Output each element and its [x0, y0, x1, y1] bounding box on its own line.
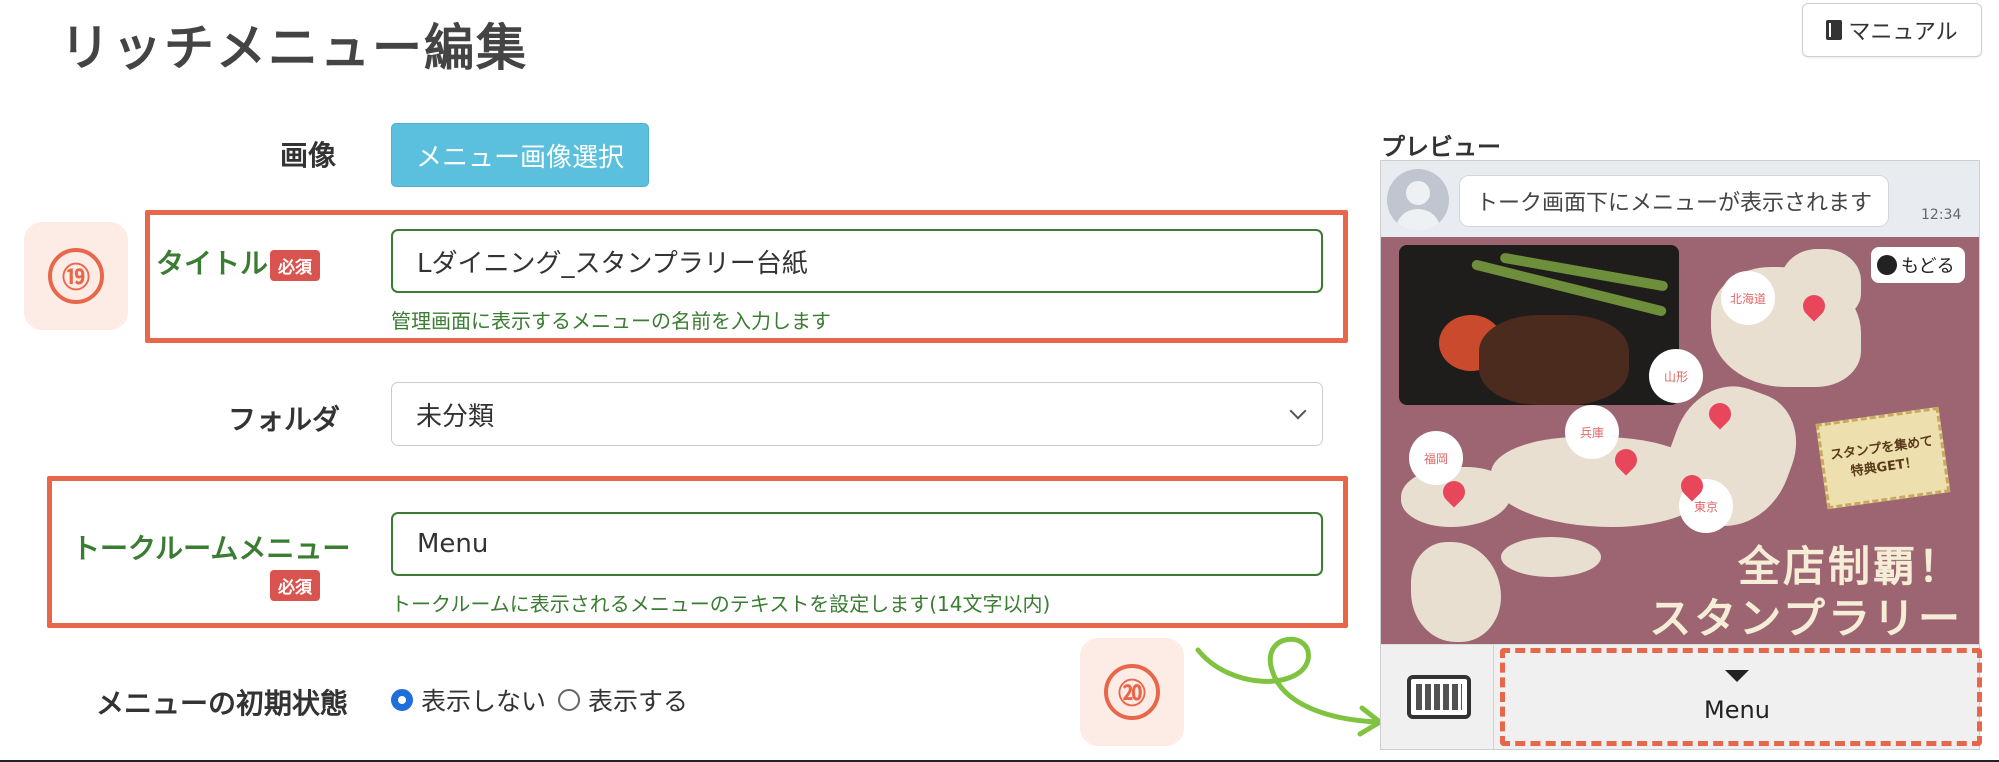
map-kyushu — [1411, 542, 1501, 642]
step-badge-19: ⑲ — [24, 222, 128, 330]
radio-show[interactable] — [558, 689, 581, 711]
title-label: タイトル — [156, 247, 269, 280]
chevron-down-icon — [1289, 402, 1307, 420]
radio-show-label: 表示する — [588, 687, 689, 716]
chat-area: トーク画面下にメニューが表示されます 12:34 — [1381, 161, 1979, 237]
talkroom-menu-label: トークルームメニュー — [72, 532, 351, 565]
back-arrow-icon — [1877, 255, 1897, 275]
required-badge: 必須 — [270, 250, 320, 281]
step-badge-20: ⑳ — [1080, 638, 1184, 746]
chat-time: 12:34 — [1921, 207, 1962, 223]
initial-state-radio-group: 表示しない 表示する — [391, 682, 700, 718]
page-title: リッチメニュー編集 — [60, 19, 528, 77]
image-label: 画像 — [279, 139, 336, 172]
preview-title: プレビュー — [1381, 133, 1501, 161]
headline-line2: スタンプラリー — [1649, 594, 1963, 643]
menu-divider — [1493, 645, 1494, 749]
manual-button-label: マニュアル — [1848, 20, 1958, 45]
book-icon — [1826, 20, 1843, 40]
radio-hide-label: 表示しない — [421, 687, 547, 716]
manual-button[interactable]: マニュアル — [1802, 3, 1982, 57]
radio-option-show[interactable]: 表示する — [558, 682, 688, 718]
green-arrow-icon — [1195, 636, 1383, 737]
steak-photo — [1399, 245, 1679, 405]
pref-fukuoka: 福岡 — [1409, 431, 1463, 485]
rich-menu-image[interactable]: もどる 北海道 山形 兵庫 福岡 東京 スタンプを集めて 特典GET！ 全店制覇… — [1381, 237, 1979, 644]
select-menu-image-button[interactable]: メニュー画像選択 — [391, 123, 649, 187]
radio-hide[interactable] — [391, 689, 413, 711]
chat-bubble: トーク画面下にメニューが表示されます — [1459, 175, 1890, 227]
back-button-label: もどる — [1901, 256, 1955, 277]
folder-label: フォルダ — [228, 403, 341, 436]
stamp-card: スタンプを集めて 特典GET！ — [1815, 406, 1951, 510]
step-number-20: ⑳ — [1104, 664, 1160, 720]
pref-yamagata: 山形 — [1649, 349, 1703, 403]
avatar — [1387, 169, 1449, 231]
step-number-19: ⑲ — [48, 248, 104, 304]
keyboard-icon[interactable] — [1407, 675, 1471, 719]
map-shikoku — [1501, 537, 1601, 577]
required-badge-talkroom: 必須 — [270, 570, 320, 601]
menu-toggle-highlight-box — [1500, 648, 1982, 746]
talkroom-help-text: トークルームに表示されるメニューのテキストを設定します(14文字以内) — [391, 592, 1051, 616]
title-input[interactable]: Lダイニング_スタンプラリー台紙 — [391, 229, 1323, 293]
pref-hyogo: 兵庫 — [1565, 405, 1619, 459]
back-button[interactable]: もどる — [1871, 247, 1965, 283]
radio-option-hide[interactable]: 表示しない — [391, 682, 546, 718]
initial-state-label: メニューの初期状態 — [96, 687, 349, 720]
folder-select-value: 未分類 — [416, 401, 495, 432]
title-help-text: 管理画面に表示するメニューの名前を入力します — [391, 309, 831, 333]
talkroom-menu-input[interactable]: Menu — [391, 512, 1323, 576]
pref-hokkaido: 北海道 — [1721, 271, 1775, 325]
folder-select[interactable]: 未分類 — [391, 382, 1323, 446]
